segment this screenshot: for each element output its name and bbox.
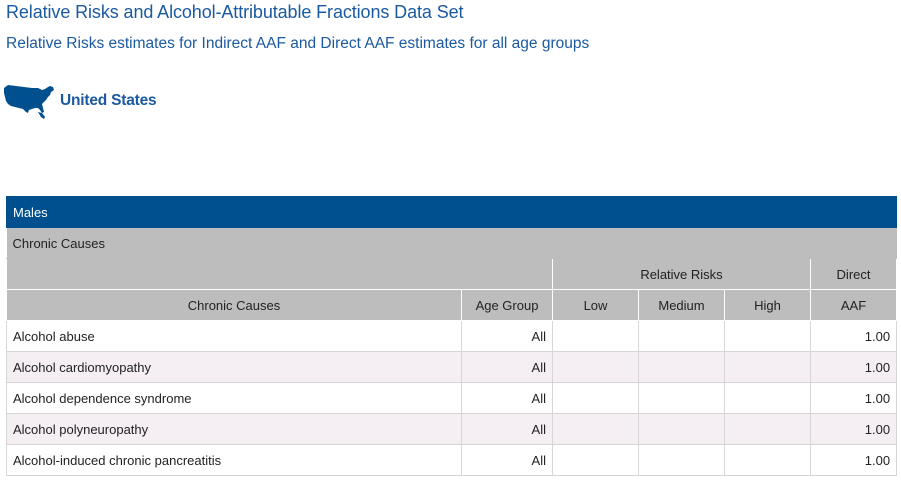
table-row: Alcohol abuse All 1.00 <box>6 320 898 352</box>
table-row: Alcohol polyneuropathy All 1.00 <box>6 413 898 445</box>
us-map-icon <box>4 85 54 119</box>
medium-cell <box>638 351 725 383</box>
medium-cell <box>638 382 725 414</box>
group-header-blank <box>6 258 553 290</box>
high-cell <box>724 382 811 414</box>
section-label: Males <box>5 196 898 228</box>
aaf-cell: 1.00 <box>809 382 898 414</box>
page-subtitle: Relative Risks estimates for Indirect AA… <box>6 35 590 52</box>
aaf-cell: 1.00 <box>809 351 898 383</box>
page-title: Relative Risks and Alcohol-Attributable … <box>6 2 464 22</box>
table-row: Alcohol dependence syndrome All 1.00 <box>6 382 898 414</box>
data-table: Males Chronic Causes Relative Risks Dire… <box>5 196 898 476</box>
age-group-cell: All <box>461 444 553 476</box>
column-header-cause: Chronic Causes <box>6 289 462 321</box>
high-cell <box>724 413 811 445</box>
relative-risks-header: Relative Risks <box>552 258 811 290</box>
section-header-row: Males <box>5 196 898 228</box>
high-cell <box>724 444 811 476</box>
direct-header: Direct <box>809 258 898 290</box>
low-cell <box>552 351 639 383</box>
group-header-row: Relative Risks Direct <box>6 258 898 290</box>
table-row: Alcohol-induced chronic pancreatitis All… <box>6 444 898 476</box>
medium-cell <box>638 444 725 476</box>
region-selector[interactable]: United States <box>2 82 157 120</box>
page: Relative Risks and Alcohol-Attributable … <box>0 0 901 487</box>
medium-cell <box>638 413 725 445</box>
age-group-cell: All <box>461 351 553 383</box>
age-group-cell: All <box>461 413 553 445</box>
aaf-cell: 1.00 <box>809 413 898 445</box>
table-row: Alcohol cardiomyopathy All 1.00 <box>6 351 898 383</box>
column-header-low: Low <box>552 289 639 321</box>
column-header-row: Chronic Causes Age Group Low Medium High… <box>6 289 898 321</box>
column-header-age-group: Age Group <box>461 289 553 321</box>
cause-type-label: Chronic Causes <box>6 227 897 259</box>
cause-type-row: Chronic Causes <box>6 227 897 259</box>
cause-cell: Alcohol abuse <box>6 320 462 352</box>
high-cell <box>724 351 811 383</box>
cause-cell: Alcohol dependence syndrome <box>6 382 462 414</box>
aaf-cell: 1.00 <box>809 444 898 476</box>
high-cell <box>724 320 811 352</box>
low-cell <box>552 320 639 352</box>
low-cell <box>552 382 639 414</box>
column-header-medium: Medium <box>638 289 725 321</box>
medium-cell <box>638 320 725 352</box>
column-header-high: High <box>724 289 811 321</box>
low-cell <box>552 444 639 476</box>
cause-cell: Alcohol polyneuropathy <box>6 413 462 445</box>
cause-cell: Alcohol-induced chronic pancreatitis <box>6 444 462 476</box>
age-group-cell: All <box>461 382 553 414</box>
low-cell <box>552 413 639 445</box>
aaf-cell: 1.00 <box>809 320 898 352</box>
region-name: United States <box>60 92 157 109</box>
column-header-aaf: AAF <box>809 289 898 321</box>
table-body: Alcohol abuse All 1.00 Alcohol cardiomyo… <box>6 320 898 476</box>
age-group-cell: All <box>461 320 553 352</box>
cause-cell: Alcohol cardiomyopathy <box>6 351 462 383</box>
